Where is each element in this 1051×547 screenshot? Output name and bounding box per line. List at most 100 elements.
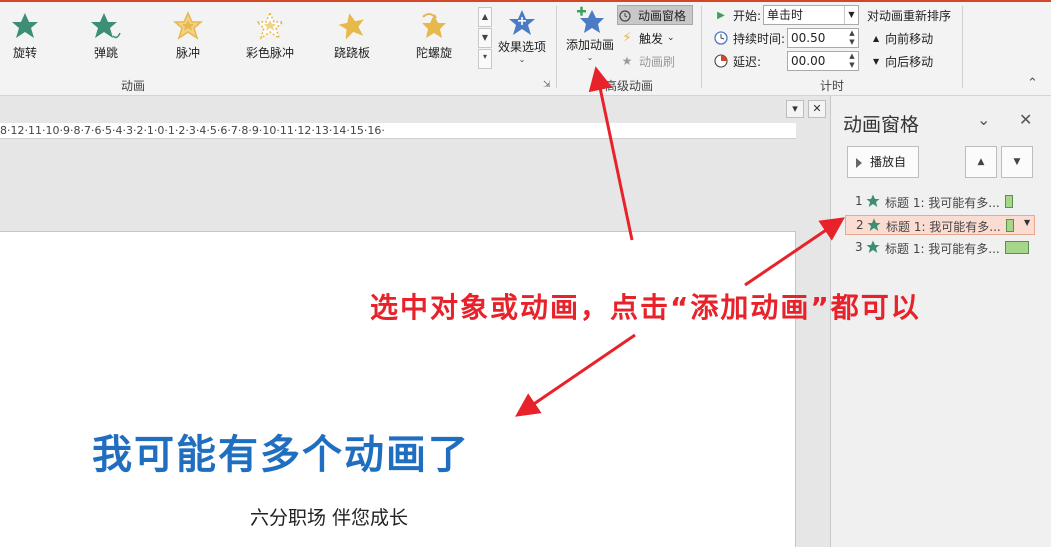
triangle-up-icon: ▲ <box>873 33 880 43</box>
animation-group-label: 动画 <box>121 79 146 93</box>
delay-value: 00.00 <box>791 54 826 68</box>
animation-spinner[interactable]: 陀螺旋 <box>394 4 474 68</box>
animation-spin[interactable]: 旋转 <box>0 4 65 68</box>
animation-painter-label: 动画刷 <box>639 54 676 69</box>
animation-list-item[interactable]: 2 标题 1: 我可能有多... ▼ <box>845 215 1035 235</box>
slide-subtitle[interactable]: 六分职场 伴您成长 <box>250 503 408 530</box>
duration-label: 持续时间: <box>733 31 786 46</box>
animation-label: 弹跳 <box>93 46 118 60</box>
effect-options-label: 效果选项 <box>497 40 546 54</box>
emphasis-star-icon <box>866 194 880 207</box>
move-earlier-button[interactable]: ▲ 向前移动 <box>873 28 933 48</box>
play-icon: ▶ <box>717 9 725 21</box>
duration-input[interactable]: 00.50 ▲ ▼ <box>787 28 859 48</box>
animation-painter-icon: ★ <box>621 54 633 68</box>
chevron-down-icon: ⌄ <box>667 33 675 43</box>
reorder-heading: 对动画重新排序 <box>867 8 952 23</box>
move-down-button[interactable]: ▼ <box>1001 146 1033 178</box>
ruler-scale: 8·12·11·10·9·8·7·6·5·4·3·2·1·0·1·2·3·4·5… <box>0 124 385 137</box>
animation-color-pulse[interactable]: 彩色脉冲 <box>230 4 310 68</box>
duration-value: 00.50 <box>791 31 826 45</box>
animation-list-item[interactable]: 1 标题 1: 我可能有多... <box>845 192 1035 212</box>
gallery-scroll-up-button[interactable]: ▲ <box>478 7 492 27</box>
item-label: 标题 1: 我可能有多... <box>886 220 1001 234</box>
dialog-launcher-icon[interactable]: ⇲ <box>543 80 553 90</box>
triangle-down-icon: ▼ <box>1013 157 1021 167</box>
triangle-up-icon: ▲ <box>977 157 985 167</box>
delay-label: 延迟: <box>733 54 762 69</box>
animation-label: 跷跷板 <box>333 46 370 60</box>
delay-label-row: 延迟: <box>713 51 761 71</box>
animation-list-item[interactable]: 3 标题 1: 我可能有多... <box>845 238 1035 258</box>
move-later-button[interactable]: ▼ 向后移动 <box>873 51 933 71</box>
vertical-scrollbar[interactable] <box>796 123 830 547</box>
chevron-down-icon: ▼ <box>844 6 858 24</box>
trigger-button[interactable]: ⚡ 触发 ⌄ <box>619 28 675 48</box>
play-from-label: 播放自 <box>870 155 907 169</box>
animation-painter-button[interactable]: ★ 动画刷 <box>619 51 675 71</box>
add-animation-icon <box>577 6 604 33</box>
spin-star-icon <box>12 13 38 38</box>
slide-title[interactable]: 我可能有多个动画了 <box>92 422 470 480</box>
chevron-down-icon: ⌄ <box>518 55 526 64</box>
delay-icon <box>713 53 729 69</box>
ribbon-accent-line <box>0 0 1051 2</box>
animation-bounce[interactable]: 弹跳 <box>66 4 146 68</box>
move-earlier-label: 向前移动 <box>885 31 934 46</box>
clock-icon <box>713 30 729 46</box>
advanced-animation-group-label: 高级动画 <box>605 79 654 93</box>
play-from-button[interactable]: 播放自 <box>847 146 919 178</box>
add-animation-label: 添加动画 <box>565 38 614 52</box>
color-pulse-star-icon <box>255 11 285 40</box>
item-dropdown-icon[interactable]: ▼ <box>1024 218 1030 227</box>
close-icon[interactable]: ✕ <box>808 100 826 118</box>
animation-pane-button[interactable]: 动画窗格 <box>617 5 693 25</box>
emphasis-star-icon <box>866 240 880 253</box>
collapse-ribbon-icon[interactable]: ⌃ <box>1027 76 1038 91</box>
slide-canvas[interactable]: 我可能有多个动画了 六分职场 伴您成长 <box>0 231 796 547</box>
animation-pulse[interactable]: 脉冲 <box>148 4 228 68</box>
gallery-more-button[interactable]: ▾ <box>478 49 492 69</box>
timeline-bar[interactable] <box>1005 195 1013 208</box>
bounce-star-icon <box>91 13 121 39</box>
animation-label: 脉冲 <box>175 46 200 60</box>
chevron-down-icon: ⌄ <box>586 53 594 62</box>
move-later-label: 向后移动 <box>885 54 934 69</box>
delay-input[interactable]: 00.00 ▲ ▼ <box>787 51 859 71</box>
emphasis-star-icon <box>867 218 881 231</box>
animation-pane-label: 动画窗格 <box>638 8 687 23</box>
timeline-bar[interactable] <box>1005 241 1029 254</box>
trigger-label: 触发 <box>639 31 664 46</box>
timeline-bar[interactable] <box>1006 219 1014 232</box>
delay-spinner[interactable]: ▲ ▼ <box>846 52 858 70</box>
move-up-button[interactable]: ▲ <box>965 146 997 178</box>
pulse-star-icon <box>173 11 203 40</box>
gallery-scroll-down-button[interactable]: ▼ <box>478 28 492 48</box>
effect-options-icon <box>509 10 535 35</box>
duration-spinner[interactable]: ▲ ▼ <box>846 29 858 47</box>
chevron-down-icon[interactable]: ⌄ <box>977 110 990 129</box>
triangle-down-icon: ▼ <box>873 56 880 66</box>
close-icon[interactable]: ✕ <box>1019 110 1032 129</box>
pane-dropdown-button[interactable]: ▾ <box>786 100 804 118</box>
duration-label-row: 持续时间: <box>713 28 785 48</box>
start-label-row: ▶ 开始: <box>713 5 761 25</box>
animation-gallery: 旋转 弹跳 脉冲 彩色脉冲 跷跷板 陀螺旋 ▲ ▼ ▾ <box>0 4 492 69</box>
timing-group-label: 计时 <box>820 79 845 93</box>
animation-pane-title: 动画窗格 <box>843 114 920 136</box>
annotation-caption: 选中对象或动画，点击“添加动画”都可以 <box>370 291 921 324</box>
lightning-icon: ⚡ <box>622 30 632 46</box>
item-number: 1 <box>855 194 863 208</box>
ribbon: 旋转 弹跳 脉冲 彩色脉冲 跷跷板 陀螺旋 ▲ ▼ ▾ 效果选项 ⌄ 动画 ⇲ <box>0 0 1051 96</box>
add-animation-button[interactable]: 添加动画 ⌄ <box>563 6 617 62</box>
effect-options-button[interactable]: 效果选项 ⌄ <box>496 8 548 64</box>
group-divider <box>701 6 702 88</box>
teeter-star-icon <box>338 13 364 40</box>
animation-teeter[interactable]: 跷跷板 <box>312 4 392 68</box>
start-select[interactable]: 单击时 ▼ <box>763 5 859 25</box>
animation-pane-icon <box>618 7 634 23</box>
spinner-star-icon <box>422 13 446 38</box>
animation-label: 旋转 <box>12 46 37 60</box>
animation-label: 彩色脉冲 <box>245 46 294 60</box>
item-number: 2 <box>856 218 864 232</box>
